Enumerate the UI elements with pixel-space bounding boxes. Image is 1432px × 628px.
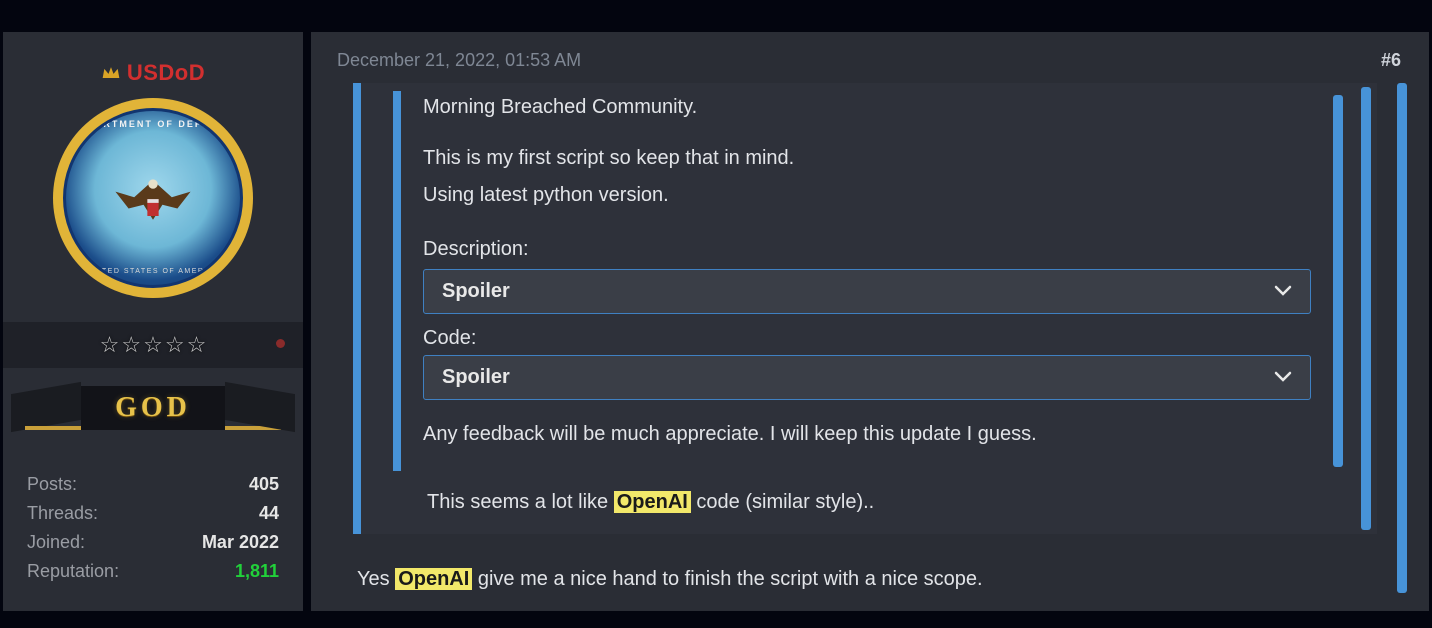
highlight-openai: OpenAI (395, 568, 472, 590)
post-container: USDoD DEPARTMENT OF DEFENSE UNITED STATE… (0, 32, 1432, 611)
post-line: This is my first script so keep that in … (423, 142, 1339, 175)
post-line: Using latest python version. (423, 179, 1339, 212)
chevron-down-icon (1274, 280, 1292, 303)
scrollbar-icon[interactable] (1397, 83, 1407, 593)
avatar[interactable]: DEPARTMENT OF DEFENSE UNITED STATES OF A… (53, 98, 253, 298)
avatar-seal: DEPARTMENT OF DEFENSE UNITED STATES OF A… (63, 108, 243, 288)
spoiler-toggle[interactable]: Spoiler (423, 269, 1311, 314)
text-segment: code (similar style).. (691, 491, 874, 513)
post-line: Morning Breached Community. (423, 91, 1339, 124)
scrollbar-icon[interactable] (1333, 95, 1343, 467)
scrollbar-icon[interactable] (1361, 87, 1371, 530)
stat-joined: Joined: Mar 2022 (27, 528, 279, 557)
stat-posts: Posts: 405 (27, 470, 279, 499)
user-panel: USDoD DEPARTMENT OF DEFENSE UNITED STATE… (3, 32, 303, 611)
rank-banner: GOD (3, 368, 303, 452)
stat-label: Joined: (27, 532, 85, 553)
status-dot-icon (276, 339, 285, 348)
stat-value: Mar 2022 (202, 532, 279, 553)
star-icon: ☆ (100, 332, 120, 358)
stat-label: Reputation: (27, 561, 119, 582)
text-segment: This seems a lot like (427, 491, 614, 513)
post-header: December 21, 2022, 01:53 AM #6 (311, 32, 1429, 83)
post-area: December 21, 2022, 01:53 AM #6 Morning B… (311, 32, 1429, 611)
text-segment: Yes (357, 568, 395, 590)
seal-bottom-text: UNITED STATES OF AMERICA (66, 268, 240, 275)
chevron-down-icon (1274, 366, 1292, 389)
spoiler-toggle[interactable]: Spoiler (423, 355, 1311, 400)
crown-icon (101, 65, 121, 81)
stat-value: 405 (249, 474, 279, 495)
user-stats: Posts: 405 Threads: 44 Joined: Mar 2022 … (3, 452, 303, 606)
page-topbar (0, 0, 1432, 32)
highlight-openai: OpenAI (614, 491, 691, 513)
star-icon: ☆ (143, 332, 163, 358)
stat-value[interactable]: 1,811 (235, 561, 279, 582)
stat-value: 44 (259, 503, 279, 524)
spoiler-label: Spoiler (442, 366, 510, 389)
star-icon: ☆ (121, 332, 141, 358)
quote-outer: Morning Breached Community. This is my f… (353, 83, 1377, 534)
star-icon: ☆ (187, 332, 207, 358)
quote-inner: Morning Breached Community. This is my f… (393, 91, 1349, 471)
post-timestamp[interactable]: December 21, 2022, 01:53 AM (337, 50, 581, 71)
star-icon: ☆ (165, 332, 185, 358)
stat-reputation: Reputation: 1,811 (27, 557, 279, 586)
author-reply-line: Yes OpenAI give me a nice hand to finish… (337, 534, 1411, 591)
feedback-line: Any feedback will be much appreciate. I … (423, 418, 1339, 451)
description-label: Description: (423, 238, 1339, 261)
stat-label: Threads: (27, 503, 98, 524)
rank-label: GOD (115, 392, 191, 423)
post-number[interactable]: #6 (1381, 50, 1401, 71)
stat-threads: Threads: 44 (27, 499, 279, 528)
stat-label: Posts: (27, 474, 77, 495)
code-label: Code: (423, 322, 1339, 355)
rating-strip: ☆ ☆ ☆ ☆ ☆ (3, 322, 303, 368)
seal-top-text: DEPARTMENT OF DEFENSE (66, 119, 240, 129)
post-body: Morning Breached Community. This is my f… (337, 83, 1411, 591)
eagle-icon (106, 166, 200, 236)
text-segment: give me a nice hand to finish the script… (472, 568, 982, 590)
quote-reply-line: This seems a lot like OpenAI code (simil… (383, 485, 1367, 514)
spoiler-label: Spoiler (442, 280, 510, 303)
username-text: USDoD (127, 60, 205, 86)
username-row[interactable]: USDoD (101, 32, 205, 98)
